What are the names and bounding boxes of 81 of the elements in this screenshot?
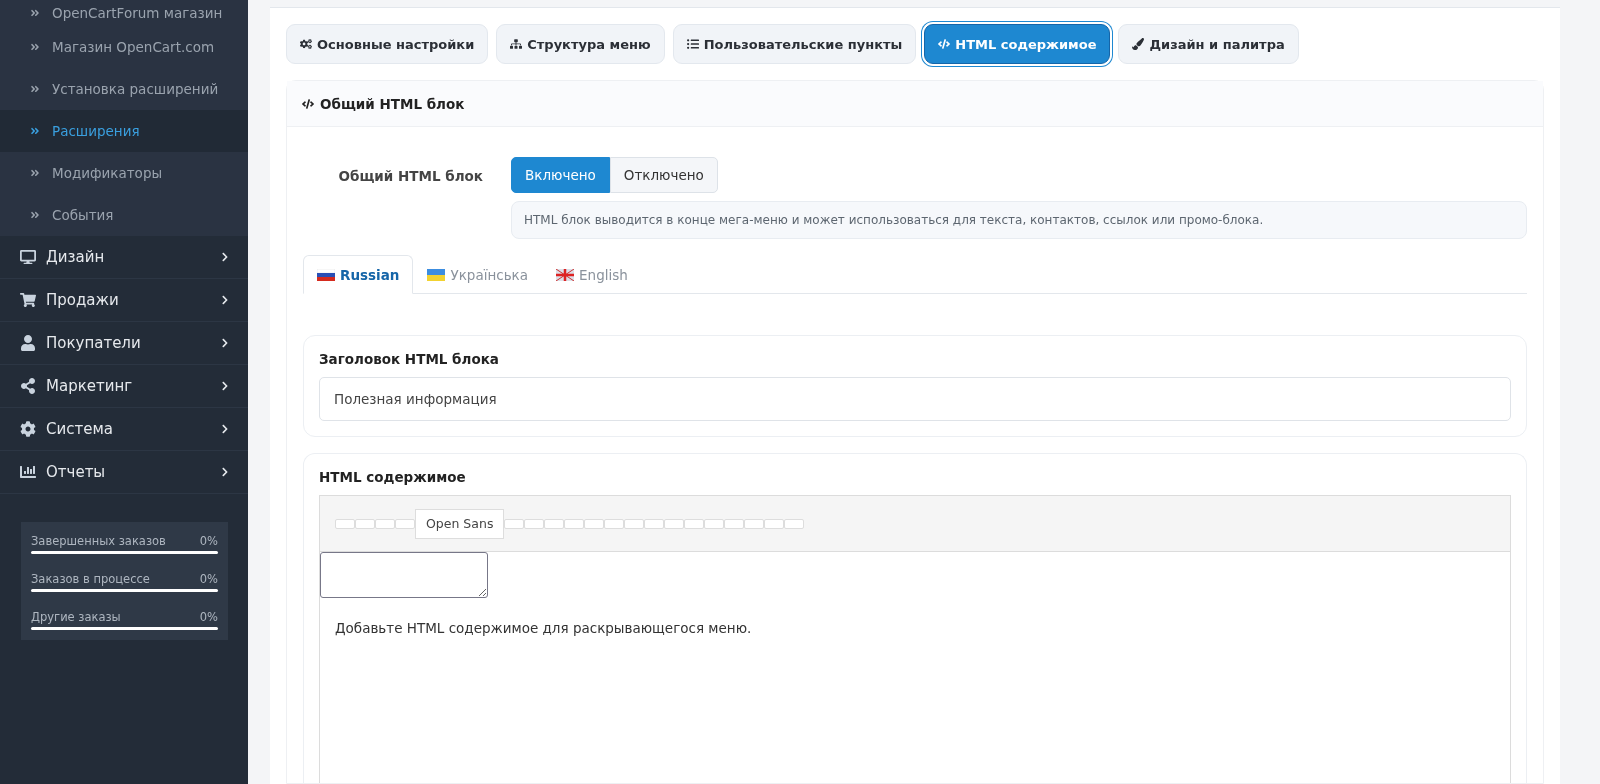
sitemap-icon [510, 38, 523, 50]
toolbar-button[interactable] [335, 518, 355, 529]
double-chevron-icon [30, 42, 40, 52]
language-tab[interactable]: Russian [303, 255, 414, 294]
stat-label: Завершенных заказов [31, 534, 166, 548]
card-title: Общий HTML блок [320, 95, 465, 112]
toggle-option[interactable]: Отключено [609, 157, 718, 193]
submenu-item[interactable]: Расширения [0, 110, 248, 152]
menu-item[interactable]: Продажи [0, 279, 248, 322]
bar-chart-icon [20, 464, 36, 480]
toolbar-button[interactable] [744, 518, 765, 529]
toolbar-button[interactable] [544, 518, 565, 529]
toolbar-button[interactable] [664, 518, 685, 529]
cart-icon [20, 292, 36, 308]
list-icon [686, 38, 699, 50]
chevron-icon [220, 338, 230, 348]
code-icon [302, 97, 314, 110]
toolbar-button[interactable] [395, 518, 415, 529]
tab[interactable]: Основные настройки [286, 24, 489, 64]
toolbar-button[interactable] [644, 518, 665, 529]
stat-value: 0% [199, 534, 218, 548]
submenu-item[interactable]: Установка расширений [0, 68, 248, 110]
double-chevron-icon [30, 168, 40, 178]
toolbar-button[interactable] [684, 518, 705, 529]
toolbar-button[interactable] [584, 518, 605, 529]
hint-text: HTML блок выводится в конце мега-меню и может использоваться для текста, контактов, ссылок или промо-блока. [511, 201, 1527, 239]
chevron-icon [220, 467, 230, 477]
toolbar-button[interactable] [564, 518, 585, 529]
submenu-item[interactable]: События [0, 194, 248, 236]
field-label: Заголовок HTML блока [319, 351, 500, 367]
field-label: HTML содержимое [319, 469, 467, 485]
toolbar-button[interactable] [524, 518, 545, 529]
toolbar-button[interactable] [375, 518, 395, 529]
toolbar-button[interactable] [764, 518, 785, 529]
menu-item[interactable]: Отчеты [0, 451, 248, 494]
submenu-item[interactable]: OpenCartForum магазин [0, 0, 248, 26]
code-icon [938, 38, 951, 50]
toolbar-button[interactable] [604, 518, 625, 529]
chevron-icon [220, 295, 230, 305]
stat-label: Заказов в процессе [31, 572, 150, 586]
stat-label: Другие заказы [31, 610, 121, 624]
field-label: Общий HTML блок [337, 167, 484, 184]
tab[interactable]: Структура меню [496, 24, 665, 64]
chevron-icon [220, 381, 230, 391]
input-field[interactable]: Полезная информация [319, 377, 1511, 421]
submenu-item[interactable]: Модификаторы [0, 152, 248, 194]
tab[interactable]: HTML содержимое [924, 24, 1111, 64]
stat-value: 0% [199, 572, 218, 586]
menu-item[interactable]: Покупатели [0, 322, 248, 365]
menu-item[interactable]: Система [0, 408, 248, 451]
input-field[interactable] [320, 552, 488, 598]
toolbar-button[interactable] [504, 518, 525, 529]
tab[interactable]: Дизайн и палитра [1118, 24, 1299, 64]
settings-icon [20, 421, 36, 437]
double-chevron-icon [30, 210, 40, 220]
toolbar-button[interactable] [724, 518, 745, 529]
chevron-icon [220, 252, 230, 262]
stat-value: 0% [199, 610, 218, 624]
toolbar-button[interactable] [784, 518, 805, 529]
user-icon [20, 335, 36, 351]
double-chevron-icon [30, 84, 40, 94]
toolbar-button[interactable] [704, 518, 725, 529]
chevron-icon [220, 424, 230, 434]
menu-item[interactable]: Маркетинг [0, 365, 248, 408]
toolbar-button[interactable] [355, 518, 375, 529]
flag-icon [556, 268, 575, 281]
toggle-option[interactable]: Включено [511, 157, 610, 193]
monitor-icon [20, 249, 36, 265]
submenu-item[interactable]: Магазин OpenCart.com [0, 26, 248, 68]
double-chevron-icon [30, 8, 40, 18]
toolbar-button[interactable] [624, 518, 645, 529]
brush-icon [1132, 38, 1145, 50]
flag-icon [317, 268, 335, 281]
share-icon [20, 378, 36, 394]
tab[interactable]: Пользовательские пункты [672, 24, 917, 64]
font-dropdown[interactable]: Open Sans [415, 508, 505, 539]
double-chevron-icon [30, 126, 40, 136]
gears-icon [300, 38, 312, 50]
editor-text: Добавьте HTML содержимое для раскрывающегося меню. [334, 619, 753, 638]
flag-icon [427, 268, 446, 281]
menu-item[interactable]: Дизайн [0, 236, 248, 279]
